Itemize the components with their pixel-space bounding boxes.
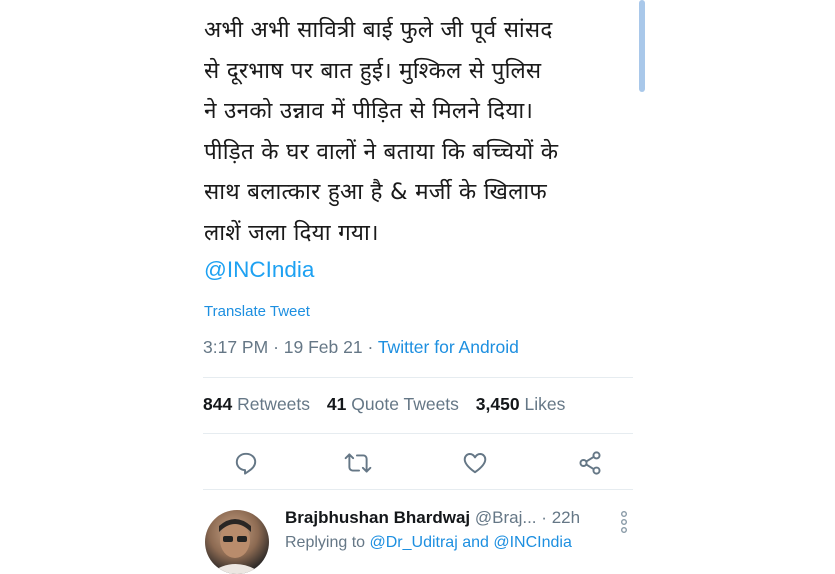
tweet-date: 19 Feb 21 <box>283 337 363 357</box>
tweet-text-line: ने उनको उन्नाव में पीड़ित से मिलने दिया। <box>204 98 534 124</box>
divider <box>203 489 633 490</box>
likes-label: Likes <box>524 394 566 414</box>
reply-age: 22h <box>551 508 581 527</box>
tweet-text-line: अभी अभी सावित्री बाई फुले जी पूर्व सांसद <box>204 17 553 43</box>
share-button[interactable] <box>577 450 603 480</box>
quotes-label: Quote Tweets <box>351 394 459 414</box>
tweet-text-line: से दूरभाष पर बात हुई। मुश्किल से पुलिस <box>204 57 542 84</box>
reply-author-name[interactable]: Brajbhushan Bhardwaj <box>285 508 470 527</box>
replying-to-label: Replying to <box>285 534 366 551</box>
like-button[interactable] <box>462 450 488 480</box>
retweets-stat[interactable]: 844 Retweets <box>203 394 310 414</box>
tweet-stats: 844 Retweets 41 Quote Tweets 3,450 Likes <box>203 394 565 415</box>
reply-header: Brajbhushan Bhardwaj @Braj... · 22h <box>285 508 580 528</box>
more-vertical-icon <box>621 511 627 534</box>
reply-icon <box>235 452 257 475</box>
divider <box>203 433 633 434</box>
like-icon <box>463 453 487 474</box>
quote-tweets-stat[interactable]: 41 Quote Tweets <box>327 394 459 414</box>
quotes-count: 41 <box>326 394 347 414</box>
replying-to-line: Replying to @Dr_Uditraj and @INCIndia <box>285 534 572 552</box>
avatar-photo <box>209 519 263 574</box>
tweet-text-line: पीड़ित के घर वालों ने बताया कि बच्चियों … <box>204 138 559 165</box>
tweet-text: अभी अभी सावित्री बाई फुले जी पूर्व सांसद… <box>204 10 636 253</box>
tweet-text-line: साथ बलात्कार हुआ है & मर्जी के खिलाफ <box>204 179 547 205</box>
mention-link[interactable]: @INCIndia <box>204 252 314 288</box>
replying-to-mentions[interactable]: @Dr_Uditraj and @INCIndia <box>370 534 572 551</box>
translate-tweet-link[interactable]: Translate Tweet <box>204 303 310 320</box>
retweet-icon <box>344 453 372 473</box>
likes-count: 3,450 <box>475 394 520 414</box>
meta-separator: · <box>367 337 374 357</box>
avatar[interactable] <box>205 510 269 574</box>
retweets-label: Retweets <box>237 394 311 414</box>
divider <box>203 377 633 378</box>
reply-button[interactable] <box>233 450 259 480</box>
tweet-timestamp: 3:17 PM · 19 Feb 21 · Twitter for Androi… <box>203 337 519 358</box>
reply-tweet[interactable]: Brajbhushan Bhardwaj @Braj... · 22h Repl… <box>203 500 643 574</box>
reply-separator: · <box>541 508 547 527</box>
meta-separator: · <box>273 337 279 357</box>
retweet-button[interactable] <box>344 450 372 480</box>
reply-author-handle[interactable]: @Braj... <box>475 508 537 527</box>
tweet-text-line: लाशें जला दिया गया। <box>204 219 379 246</box>
likes-stat[interactable]: 3,450 Likes <box>476 394 566 414</box>
tweet-source-link[interactable]: Twitter for Android <box>378 337 519 357</box>
share-icon <box>579 451 601 475</box>
more-options-button[interactable] <box>620 511 628 537</box>
retweets-count: 844 <box>203 394 233 414</box>
tweet-time: 3:17 PM <box>203 337 269 357</box>
scrollbar[interactable] <box>639 0 645 92</box>
